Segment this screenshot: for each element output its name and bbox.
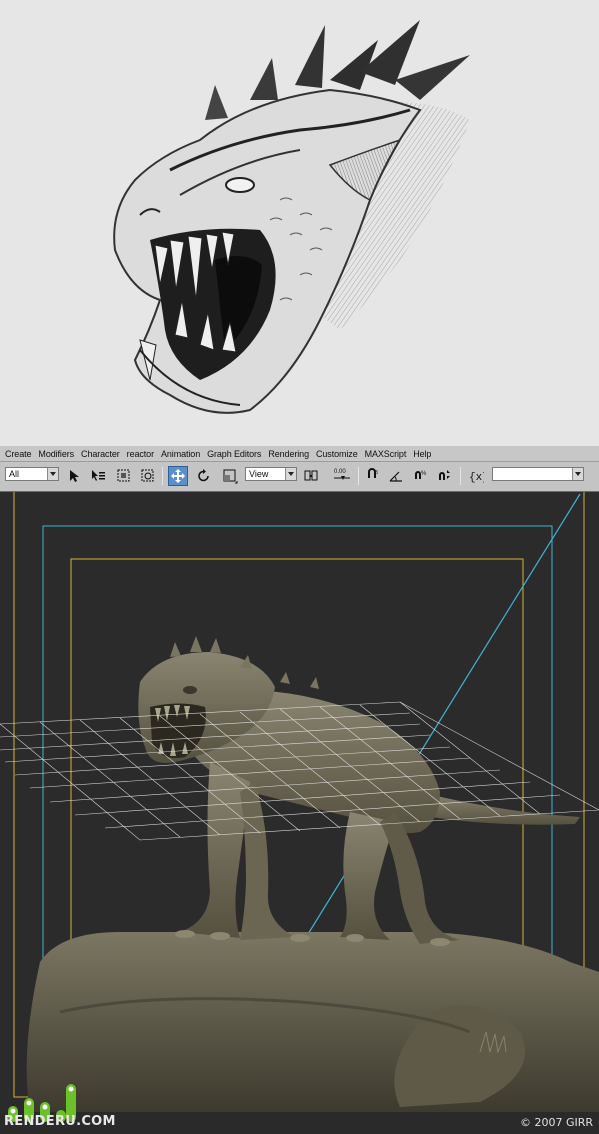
window-crossing-button[interactable] <box>138 466 158 486</box>
rect-select-icon <box>117 469 130 482</box>
rectangular-selection-button[interactable] <box>114 466 134 486</box>
percent-snap-icon: % <box>415 471 427 479</box>
move-icon <box>171 469 185 483</box>
edit-named-selection-button[interactable]: {x} <box>466 466 486 486</box>
snaps-toggle-button[interactable]: 3 <box>362 466 382 486</box>
chevron-down-icon <box>572 468 583 480</box>
select-object-button[interactable] <box>64 466 84 486</box>
window-crossing-icon <box>141 469 154 482</box>
rock-cliff-model <box>26 932 599 1112</box>
angle-snap-icon <box>389 471 402 482</box>
reference-coordinate-value: View <box>249 469 269 479</box>
select-by-name-button[interactable] <box>88 466 108 486</box>
viewport-scene <box>0 492 599 1112</box>
chevron-down-icon <box>285 468 296 480</box>
select-and-scale-button[interactable] <box>220 466 240 486</box>
selection-filter-value: All <box>9 469 20 479</box>
select-and-move-button[interactable] <box>168 466 188 486</box>
menu-modifiers[interactable]: Modifiers <box>38 449 74 459</box>
main-toolbar: All View 0.00 3 % {x <box>0 462 599 492</box>
toolbar-divider <box>358 467 359 485</box>
menu-character[interactable]: Character <box>81 449 120 459</box>
rotate-icon <box>198 469 209 482</box>
spinner-magnet-icon <box>439 470 450 480</box>
perspective-viewport[interactable] <box>0 492 599 1112</box>
percent-snap-button[interactable]: % <box>410 466 430 486</box>
pivot-center-icon <box>304 470 318 481</box>
menu-reactor[interactable]: reactor <box>127 449 154 459</box>
select-and-rotate-button[interactable] <box>194 466 214 486</box>
main-menu-bar: Create Modifiers Character reactor Anima… <box>0 446 599 462</box>
curly-braces-icon: {x} <box>469 472 484 484</box>
selection-filter-dropdown[interactable]: All <box>5 467 59 481</box>
svg-text:%: % <box>421 471 427 477</box>
menu-create[interactable]: Create <box>5 449 32 459</box>
menu-customize[interactable]: Customize <box>316 449 358 459</box>
copyright-notice: © 2007 GIRR <box>519 1116 593 1129</box>
spinner-snap-button[interactable]: 0.00 <box>330 466 354 486</box>
spinner-snap-value: 0.00 <box>334 469 346 475</box>
menu-maxscript[interactable]: MAXScript <box>365 449 407 459</box>
menu-help[interactable]: Help <box>413 449 431 459</box>
menu-graph-editors[interactable]: Graph Editors <box>207 449 261 459</box>
pointer-icon <box>70 470 79 482</box>
concept-sketch <box>0 0 599 446</box>
reference-coordinate-dropdown[interactable]: View <box>245 467 297 481</box>
toolbar-divider <box>460 467 461 485</box>
select-list-icon <box>92 470 105 481</box>
menu-rendering[interactable]: Rendering <box>268 449 309 459</box>
magnet-icon: 3 <box>368 468 378 478</box>
scale-icon <box>223 469 238 484</box>
toolbar-divider <box>162 467 163 485</box>
logo-text: RENDERU.COM <box>4 1114 116 1129</box>
svg-text:3: 3 <box>375 470 378 476</box>
spinner-snap-toggle-button[interactable] <box>434 466 454 486</box>
dragon-head-sketch <box>113 20 470 414</box>
menu-animation[interactable]: Animation <box>161 449 200 459</box>
chevron-down-icon <box>47 468 58 480</box>
spinner-snap-icon: 0.00 <box>334 469 350 480</box>
angle-snap-button[interactable] <box>386 466 406 486</box>
named-selection-sets-dropdown[interactable] <box>492 467 584 481</box>
pivot-point-center-button[interactable] <box>301 466 321 486</box>
svg-text:{x}: {x} <box>469 472 484 484</box>
